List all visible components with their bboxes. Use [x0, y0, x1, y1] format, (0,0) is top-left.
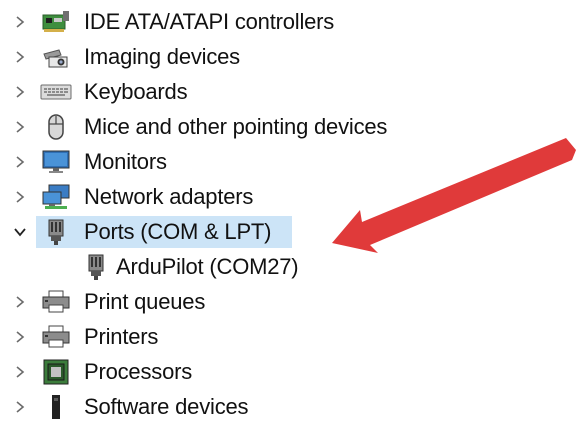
chevron-right-icon[interactable] [8, 389, 32, 424]
chevron-right-icon[interactable] [8, 4, 32, 39]
device-tree: IDE ATA/ATAPI controllers Imaging device… [0, 4, 576, 424]
chevron-right-icon[interactable] [8, 284, 32, 319]
tree-item-printers[interactable]: Printers [0, 319, 576, 354]
tree-item-label: Imaging devices [84, 44, 240, 69]
tree-item-imaging-devices[interactable]: Imaging devices [0, 39, 576, 74]
tree-item-print-queues[interactable]: Print queues [0, 284, 576, 319]
chevron-right-icon[interactable] [8, 319, 32, 354]
chevron-right-icon[interactable] [8, 144, 32, 179]
tree-item-label: Network adapters [84, 184, 254, 209]
chevron-right-icon[interactable] [8, 39, 32, 74]
monitor-icon [40, 148, 72, 176]
mouse-icon [40, 113, 72, 141]
chevron-right-icon[interactable] [8, 179, 32, 214]
tree-item-ardupilot[interactable]: ArduPilot (COM27) [0, 249, 576, 284]
tree-item-label: Printers [84, 324, 159, 349]
tree-item-label: Monitors [84, 149, 167, 174]
tree-item-label: Mice and other pointing devices [84, 114, 388, 139]
port-icon [40, 218, 72, 246]
ide-controller-icon [40, 8, 72, 36]
processor-icon [40, 358, 72, 386]
tree-item-label: ArduPilot (COM27) [116, 254, 299, 279]
tree-item-software-devices[interactable]: Software devices [0, 389, 576, 424]
chevron-right-icon[interactable] [8, 354, 32, 389]
tree-item-label: Processors [84, 359, 193, 384]
printer-icon [40, 323, 72, 351]
tree-item-label: IDE ATA/ATAPI controllers [84, 9, 335, 34]
keyboard-icon [40, 78, 72, 106]
port-icon [80, 253, 112, 281]
tree-item-mice[interactable]: Mice and other pointing devices [0, 109, 576, 144]
tree-item-keyboards[interactable]: Keyboards [0, 74, 576, 109]
tree-item-label: Software devices [84, 394, 249, 419]
tree-item-network-adapters[interactable]: Network adapters [0, 179, 576, 214]
chevron-down-icon[interactable] [8, 214, 32, 249]
network-adapter-icon [40, 183, 72, 211]
tree-item-label: Ports (COM & LPT) [84, 219, 272, 244]
software-device-icon [40, 393, 72, 421]
tree-item-monitors[interactable]: Monitors [0, 144, 576, 179]
printer-icon [40, 288, 72, 316]
tree-item-ide-controllers[interactable]: IDE ATA/ATAPI controllers [0, 4, 576, 39]
camera-icon [40, 43, 72, 71]
tree-item-ports[interactable]: Ports (COM & LPT) [0, 214, 576, 249]
tree-item-processors[interactable]: Processors [0, 354, 576, 389]
chevron-right-icon[interactable] [8, 109, 32, 144]
tree-item-label: Print queues [84, 289, 206, 314]
tree-item-label: Keyboards [84, 79, 188, 104]
chevron-right-icon[interactable] [8, 74, 32, 109]
